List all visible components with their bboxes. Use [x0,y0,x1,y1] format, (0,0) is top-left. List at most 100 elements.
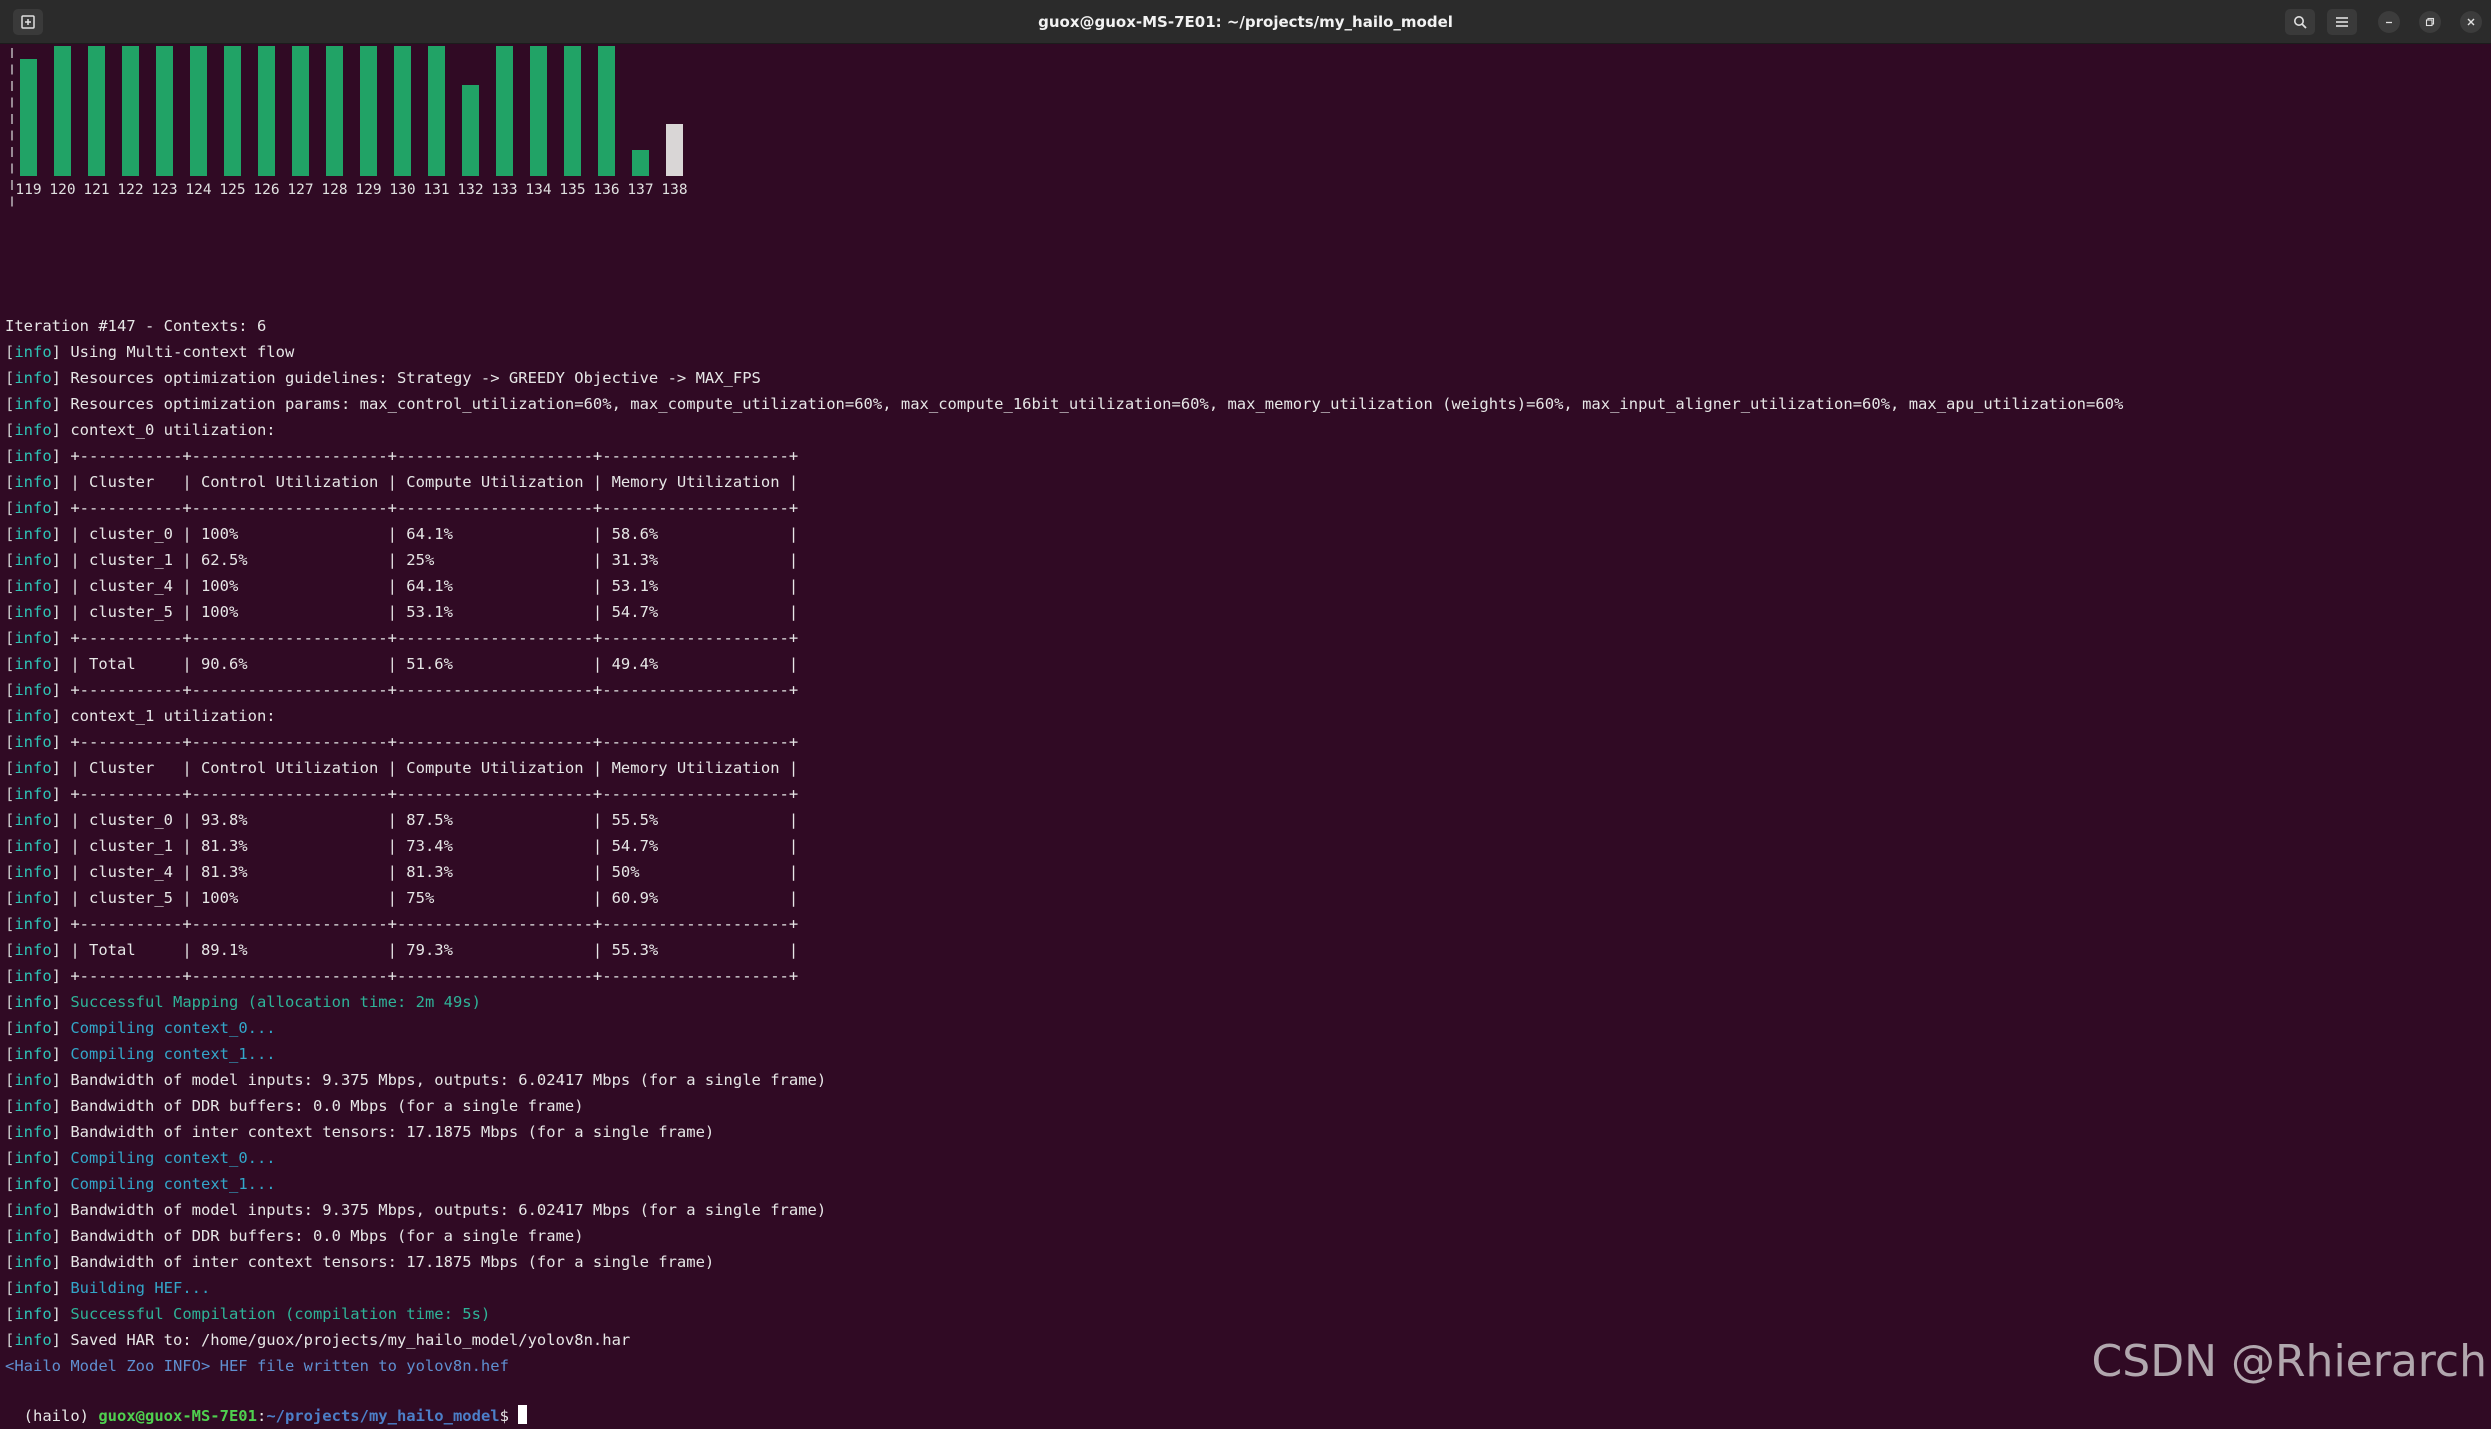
log-line: [info] Bandwidth of model inputs: 9.375 … [5,1067,2123,1093]
log-text: [ [5,915,15,933]
log-line: [info] +-----------+--------------------… [5,781,2123,807]
log-text: [ [5,941,15,959]
bar-129 [360,46,377,176]
log-text: ] context_1 utilization: [51,707,276,725]
bar-136 [598,46,615,176]
log-text: ] | cluster_5 | 100% | 53.1% | 54.7% | [51,603,799,621]
log-text: ] Bandwidth of DDR buffers: 0.0 Mbps (fo… [51,1227,584,1245]
log-text: [ [5,889,15,907]
log-text: [ [5,1305,15,1323]
menu-button[interactable] [2327,9,2357,35]
log-level-tag: info [14,733,52,751]
log-text: Successful Compilation (compilation time… [70,1305,491,1323]
log-level-tag: info [14,1123,52,1141]
search-button[interactable] [2285,9,2315,35]
log-text: ] +-----------+---------------------+---… [51,733,799,751]
log-text: Iteration #147 - Contexts: 6 [5,317,267,335]
watermark: CSDN @Rhierarch [2091,1336,2487,1387]
log-line: [info] Bandwidth of DDR buffers: 0.0 Mbp… [5,1093,2123,1119]
log-text: [ [5,629,15,647]
x-tick-label: 133 [491,182,517,198]
x-tick-label: 132 [457,182,483,198]
log-text: ] [51,1019,71,1037]
log-text: [ [5,811,15,829]
bar-131 [428,46,445,176]
log-level-tag: info [14,473,52,491]
bar-128 [326,46,343,176]
log-text: [ [5,785,15,803]
close-button[interactable] [2460,11,2482,33]
log-text: [ [5,343,15,361]
log-text: ] | cluster_0 | 93.8% | 87.5% | 55.5% | [51,811,799,829]
log-text: ] [51,993,71,1011]
log-text: [ [5,1175,15,1193]
maximize-button[interactable] [2419,11,2441,33]
prompt-symbol: $ [499,1407,519,1425]
x-tick-label: 135 [559,182,585,198]
log-level-tag: info [14,1279,52,1297]
log-line: [info] +-----------+--------------------… [5,677,2123,703]
log-line: [info] | cluster_1 | 62.5% | 25% | 31.3%… [5,547,2123,573]
x-tick-label: 130 [389,182,415,198]
log-level-tag: info [14,603,52,621]
log-line: [info] Compiling context_1... [5,1171,2123,1197]
shell-prompt-line[interactable]: (hailo) guox@guox-MS-7E01:~/projects/my_… [5,1377,528,1429]
log-level-tag: info [14,681,52,699]
log-text: ] Saved HAR to: /home/guox/projects/my_h… [51,1331,631,1349]
log-text: [ [5,993,15,1011]
log-level-tag: info [14,863,52,881]
bar-137 [632,150,649,176]
log-line: [info] Saved HAR to: /home/guox/projects… [5,1327,2123,1353]
search-icon [2294,16,2307,29]
minimize-icon [2386,21,2392,24]
log-line: [info] Bandwidth of inter context tensor… [5,1249,2123,1275]
log-line: <Hailo Model Zoo INFO> HEF file written … [5,1353,2123,1379]
log-text: <Hailo Model Zoo INFO> HEF file written … [5,1357,509,1375]
minimize-button[interactable] [2378,11,2400,33]
x-tick-label: 126 [253,182,279,198]
log-text: ] +-----------+---------------------+---… [51,967,799,985]
log-line: [info] Using Multi-context flow [5,339,2123,365]
log-text: [ [5,707,15,725]
log-text: [ [5,1045,15,1063]
log-text: [ [5,1123,15,1141]
prompt-path: ~/projects/my_hailo_model [266,1407,500,1425]
log-level-tag: info [14,499,52,517]
log-text: ] | cluster_4 | 100% | 64.1% | 53.1% | [51,577,799,595]
log-text: ] +-----------+---------------------+---… [51,915,799,933]
log-level-tag: info [14,837,52,855]
log-level-tag: info [14,1175,52,1193]
log-text: [ [5,499,15,517]
log-level-tag: info [14,1305,52,1323]
log-text: [ [5,655,15,673]
log-level-tag: info [14,421,52,439]
log-level-tag: info [14,993,52,1011]
log-line: Iteration #147 - Contexts: 6 [5,313,2123,339]
log-line: [info] | Cluster | Control Utilization |… [5,755,2123,781]
text-cursor [518,1405,528,1424]
log-line: [info] | cluster_4 | 100% | 64.1% | 53.1… [5,573,2123,599]
log-text: ] | cluster_4 | 81.3% | 81.3% | 50% | [51,863,799,881]
log-level-tag: info [14,655,52,673]
log-line: [info] context_1 utilization: [5,703,2123,729]
log-level-tag: info [14,629,52,647]
bar-134 [530,46,547,176]
prompt-user-host: guox@guox-MS-7E01 [98,1407,257,1425]
log-text: [ [5,837,15,855]
x-tick-label: 136 [593,182,619,198]
log-line: [info] | cluster_5 | 100% | 53.1% | 54.7… [5,599,2123,625]
log-text: ] Bandwidth of inter context tensors: 17… [51,1253,715,1271]
log-level-tag: info [14,551,52,569]
log-level-tag: info [14,1071,52,1089]
log-text: [ [5,1149,15,1167]
x-tick-label: 119 [15,182,41,198]
log-level-tag: info [14,1227,52,1245]
log-text: [ [5,551,15,569]
log-line: [info] Compiling context_0... [5,1015,2123,1041]
log-text: ] | Cluster | Control Utilization | Comp… [51,473,799,491]
log-level-tag: info [14,759,52,777]
log-level-tag: info [14,369,52,387]
log-line: [info] | Total | 89.1% | 79.3% | 55.3% | [5,937,2123,963]
log-text: ] +-----------+---------------------+---… [51,681,799,699]
bar-127 [292,46,309,176]
